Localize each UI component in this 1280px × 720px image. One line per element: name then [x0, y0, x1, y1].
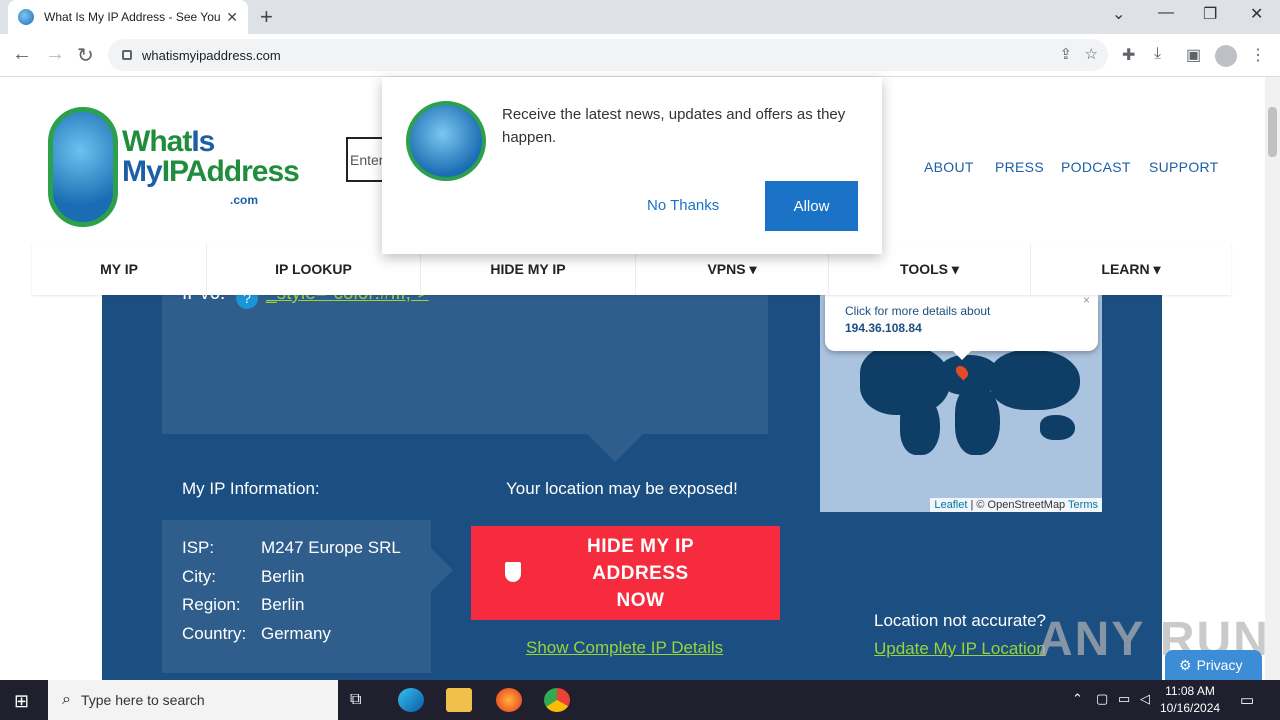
nav-press[interactable]: PRESS — [995, 159, 1044, 175]
notification-prompt: Receive the latest news, updates and off… — [382, 77, 882, 254]
reload-icon[interactable]: ↻ — [77, 43, 94, 68]
map-landmass — [990, 350, 1080, 410]
edge-icon[interactable] — [398, 688, 424, 712]
close-window-button[interactable]: ✕ — [1250, 4, 1263, 24]
address-bar[interactable]: whatismyipaddress.com ⇪ ☆ — [108, 39, 1108, 71]
leaflet-link[interactable]: Leaflet — [934, 499, 967, 511]
info-row-region: Region: Berlin — [182, 595, 305, 614]
no-thanks-button[interactable]: No Thanks — [647, 197, 719, 214]
restore-button[interactable]: ❐ — [1203, 4, 1217, 24]
gear-icon: ⚙ — [1179, 656, 1192, 673]
share-bookmark-icons[interactable]: ⇪ ☆ — [1059, 45, 1098, 63]
nav-about[interactable]: ABOUT — [924, 159, 974, 175]
ip-info-panel: ISP: M247 Europe SRL City: Berlin Region: B… — [162, 520, 453, 673]
page-scrollbar[interactable] — [1265, 77, 1280, 680]
nav-support[interactable]: SUPPORT — [1149, 159, 1219, 175]
ipv6-panel: IPv6: ? _style="color:#fff;"> — [162, 283, 768, 462]
ip-search-input[interactable]: Enter — [346, 137, 386, 182]
logo-wordmark: WhatIs MyIPAddress — [122, 125, 300, 188]
tray-device-icon[interactable]: ▢ — [1096, 691, 1108, 707]
my-ip-info-title: My IP Information: — [182, 479, 320, 498]
shield-icon — [505, 562, 521, 582]
hide-button-line1: HIDE MY IP ADDRESS — [586, 535, 695, 584]
task-view-icon[interactable]: ⧉ — [350, 691, 361, 709]
info-row-country: Country: Germany — [182, 623, 331, 643]
forward-icon[interactable]: → — [45, 43, 65, 66]
update-location-link[interactable]: Update My IP Location — [874, 639, 1046, 659]
windows-taskbar: ⊞ ⌕ Type here to search ⧉ ⌃ ▢ ▭ ◁ 11:08 … — [0, 680, 1280, 720]
url-text: whatismyipaddress.com — [142, 47, 281, 63]
tab-strip: What Is My IP Address - See You ✕ + ⌄ — … — [0, 0, 1280, 34]
new-tab-button[interactable]: + — [260, 4, 273, 30]
scrollbar-thumb[interactable] — [1268, 107, 1277, 157]
browser-toolbar: ← → ↻ whatismyipaddress.com ⇪ ☆ ✚ ⤓ ▣ ⋮ — [0, 34, 1280, 77]
minimize-button[interactable]: — — [1158, 4, 1174, 22]
hide-button-line2: NOW — [616, 589, 665, 611]
hide-my-ip-button[interactable]: HIDE MY IP ADDRESS NOW — [471, 526, 780, 620]
popup-ip[interactable]: 194.36.108.84 — [845, 321, 922, 335]
notifications-icon[interactable]: ▭ — [1240, 691, 1254, 709]
map-landmass — [900, 395, 940, 455]
windows-start-icon[interactable]: ⊞ — [14, 691, 29, 712]
menu-icon[interactable]: ⋮ — [1250, 45, 1266, 65]
volume-icon[interactable]: ◁ — [1140, 691, 1150, 707]
profile-avatar[interactable] — [1215, 45, 1237, 67]
tab-title: What Is My IP Address - See You — [44, 10, 221, 24]
taskbar-search[interactable]: ⌕ Type here to search — [48, 680, 338, 720]
panel-arrow — [587, 434, 643, 462]
map-popup[interactable]: Click for more details about 194.36.108.… — [825, 293, 1098, 360]
download-icon[interactable]: ⤓ — [1154, 45, 1161, 63]
popup-close-icon[interactable]: × — [1083, 293, 1090, 307]
nav-podcast[interactable]: PODCAST — [1061, 159, 1131, 175]
popup-tail — [953, 351, 971, 360]
file-explorer-icon[interactable] — [446, 688, 472, 712]
ip-info-section: IPv6: ? _style="color:#fff;"> My IP Info… — [102, 283, 1162, 680]
map-attribution: Leaflet | © OpenStreetMap Terms — [930, 498, 1102, 512]
side-panel-icon[interactable]: ▣ — [1186, 45, 1201, 65]
terms-link[interactable]: Terms — [1068, 499, 1098, 511]
tray-chevron-icon[interactable]: ⌃ — [1072, 691, 1083, 707]
extensions-icon[interactable]: ✚ — [1122, 45, 1135, 65]
tab-search-icon[interactable]: ⌄ — [1112, 4, 1125, 24]
prompt-message: Receive the latest news, updates and off… — [502, 106, 846, 146]
panel-pointer — [431, 548, 453, 592]
logo-dotcom: .com — [230, 193, 259, 207]
system-clock[interactable]: 11:08 AM 10/16/2024 — [1160, 683, 1220, 717]
exposed-warning: Your location may be exposed! — [506, 479, 738, 498]
globe-favicon-icon — [18, 9, 34, 25]
site-logo[interactable]: WhatIs MyIPAddress .com — [48, 97, 300, 237]
privacy-badge[interactable]: ⚙ Privacy — [1165, 650, 1262, 680]
browser-tab[interactable]: What Is My IP Address - See You ✕ — [8, 0, 248, 34]
firefox-icon[interactable] — [496, 688, 522, 712]
globe-logo-icon — [48, 107, 118, 227]
info-row-isp: ISP: M247 Europe SRL — [182, 538, 401, 557]
popup-text: Click for more details about — [845, 304, 991, 318]
map-landmass — [1040, 415, 1075, 440]
back-icon[interactable]: ← — [12, 43, 32, 66]
nav-learn[interactable]: LEARN ▾ — [1031, 243, 1231, 295]
location-question: Location not accurate? — [874, 611, 1047, 630]
tab-close-icon[interactable]: ✕ — [226, 9, 238, 26]
allow-button[interactable]: Allow — [765, 181, 858, 231]
chrome-icon[interactable] — [544, 688, 570, 712]
search-icon: ⌕ — [62, 691, 71, 708]
globe-logo-icon — [406, 101, 486, 181]
info-row-city: City: Berlin — [182, 566, 305, 586]
nav-my-ip[interactable]: MY IP — [32, 243, 207, 295]
lock-icon — [122, 50, 132, 60]
network-icon[interactable]: ▭ — [1118, 691, 1130, 707]
show-details-link[interactable]: Show Complete IP Details — [526, 638, 723, 658]
